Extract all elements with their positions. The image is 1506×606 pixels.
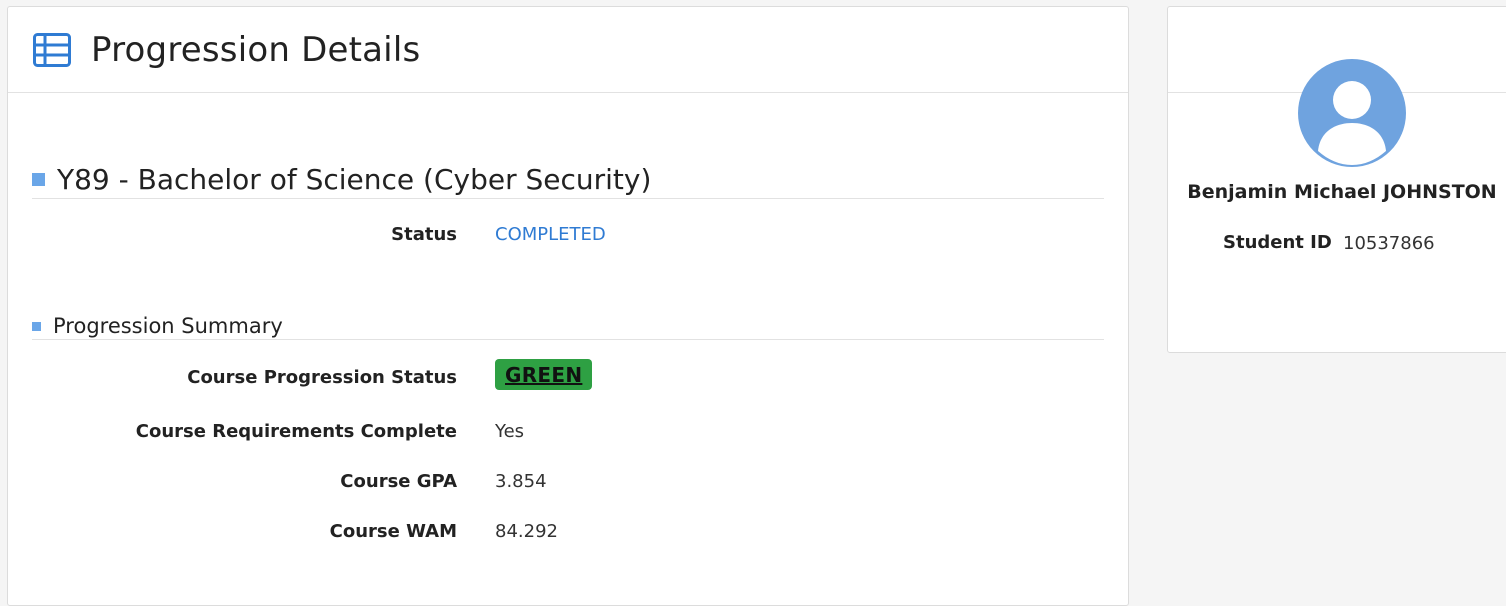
student-profile-card: Benjamin Michael JOHNSTON Student ID 105… <box>1167 6 1506 353</box>
wam-value: 84.292 <box>495 520 558 542</box>
user-avatar-icon <box>1298 59 1406 167</box>
course-heading: Y89 - Bachelor of Science (Cyber Securit… <box>32 161 1104 199</box>
requirements-value: Yes <box>495 420 525 442</box>
summary-title: Progression Summary <box>53 314 283 338</box>
student-id-value: 10537866 <box>1343 233 1435 254</box>
progression-summary-heading: Progression Summary <box>32 313 1104 340</box>
requirements-row: Course Requirements Complete Yes <box>8 416 1108 446</box>
progression-status-value-wrap: GREEN <box>495 359 593 390</box>
progression-status-label: Course Progression Status <box>187 366 457 388</box>
heading-bullet <box>32 173 45 186</box>
status-badge[interactable]: GREEN <box>495 359 593 390</box>
gpa-label: Course GPA <box>340 470 457 492</box>
wam-label: Course WAM <box>329 520 457 542</box>
wam-row: Course WAM 84.292 <box>8 516 1108 546</box>
gpa-value: 3.854 <box>495 470 547 492</box>
progression-details-card: Progression Details Y89 - Bachelor of Sc… <box>7 6 1129 606</box>
status-value: COMPLETED <box>495 223 606 245</box>
course-title: Y89 - Bachelor of Science (Cyber Securit… <box>57 163 652 196</box>
heading-bullet <box>32 321 41 331</box>
gpa-row: Course GPA 3.854 <box>8 466 1108 496</box>
student-name: Benjamin Michael JOHNSTON <box>1187 181 1497 203</box>
progression-status-row: Course Progression Status GREEN <box>8 359 1108 392</box>
student-id-label: Student ID <box>1223 232 1332 253</box>
page-title: Progression Details <box>91 29 421 70</box>
status-row: Status COMPLETED <box>8 219 1108 249</box>
table-icon <box>33 32 71 67</box>
status-label: Status <box>391 223 457 245</box>
card-header: Progression Details <box>8 7 1128 93</box>
requirements-label: Course Requirements Complete <box>135 420 457 442</box>
